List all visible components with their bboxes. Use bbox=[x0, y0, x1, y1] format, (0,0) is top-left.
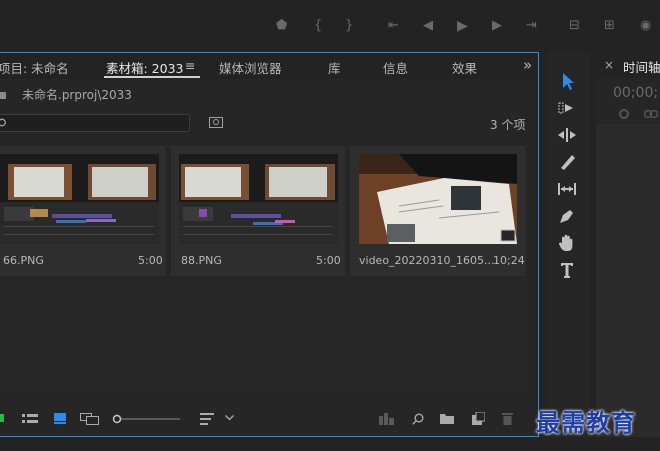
razor-tool-icon[interactable] bbox=[556, 151, 578, 173]
close-icon[interactable]: × bbox=[604, 58, 614, 72]
new-bin-icon[interactable] bbox=[440, 413, 454, 424]
go-to-out-icon[interactable]: ⇥ bbox=[526, 18, 537, 33]
bin-path: 未命名.prproj\2033 bbox=[22, 88, 132, 102]
icon-view-icon[interactable] bbox=[54, 413, 66, 424]
snap-icon[interactable] bbox=[618, 108, 630, 120]
out-point-icon[interactable]: } bbox=[345, 18, 353, 33]
clip-duration: 5:00 bbox=[316, 254, 341, 267]
tools-panel bbox=[548, 52, 590, 437]
clip-duration: 10;24 bbox=[493, 254, 525, 267]
panel-tab-bar: 项目: 未命名 素材箱: 2033 ≡ 媒体浏览器 库 信息 效果 » bbox=[0, 53, 538, 79]
watermark-text: 最需教育 bbox=[536, 408, 636, 437]
marker-icon[interactable]: ⬟ bbox=[276, 18, 287, 33]
lock-icon[interactable] bbox=[0, 414, 4, 422]
type-tool-icon[interactable] bbox=[556, 259, 578, 281]
tab-timeline[interactable]: 时间轴 bbox=[623, 57, 660, 76]
more-tabs-icon[interactable]: » bbox=[523, 56, 532, 74]
project-panel: 项目: 未命名 素材箱: 2033 ≡ 媒体浏览器 库 信息 效果 » 未命名.… bbox=[0, 52, 539, 437]
in-point-icon[interactable]: { bbox=[314, 18, 322, 33]
clip-tile-66[interactable]: 66.PNG 5:00 bbox=[0, 146, 166, 276]
program-monitor-controls: ⬟ { } ⇤ ◀ ▶ ▶ ⇥ ⊟ ⊞ ◉ bbox=[0, 0, 660, 52]
new-item-icon[interactable] bbox=[472, 412, 485, 425]
tab-bin[interactable]: 素材箱: 2033 bbox=[106, 58, 184, 77]
list-view-icon[interactable] bbox=[22, 414, 38, 424]
timeline-track-area[interactable] bbox=[596, 124, 660, 437]
clip-thumbnail bbox=[0, 154, 159, 244]
lift-icon[interactable]: ⊟ bbox=[569, 18, 580, 33]
tab-project[interactable]: 项目: 未命名 bbox=[0, 58, 69, 77]
clip-duration: 5:00 bbox=[138, 254, 163, 267]
chevron-down-icon[interactable] bbox=[225, 415, 234, 421]
search-input[interactable] bbox=[0, 114, 190, 132]
bin-icon-grid: 66.PNG 5:00 88.PNG 5:00 video_20220310_1… bbox=[0, 146, 527, 393]
grid-empty-area bbox=[0, 276, 527, 393]
tab-info[interactable]: 信息 bbox=[383, 58, 408, 77]
trash-icon[interactable] bbox=[502, 412, 513, 425]
export-frame-icon[interactable]: ◉ bbox=[640, 18, 651, 33]
hand-tool-icon[interactable] bbox=[556, 232, 578, 254]
folder-icon bbox=[0, 92, 6, 99]
step-back-icon[interactable]: ◀ bbox=[423, 18, 433, 33]
tab-libraries[interactable]: 库 bbox=[328, 58, 341, 77]
pen-tool-icon[interactable] bbox=[556, 205, 578, 227]
tab-effects[interactable]: 效果 bbox=[452, 58, 477, 77]
linked-selection-icon[interactable] bbox=[644, 108, 658, 120]
slip-tool-icon[interactable] bbox=[556, 178, 578, 200]
new-search-bin-icon[interactable] bbox=[209, 116, 223, 128]
automate-to-sequence-icon[interactable] bbox=[379, 413, 395, 425]
timeline-panel: × 时间轴 00;00; bbox=[596, 52, 660, 437]
clip-name: video_20220310_1605... bbox=[359, 254, 495, 267]
clip-name: 66.PNG bbox=[3, 254, 44, 267]
panel-bottom-toolbar bbox=[0, 403, 538, 433]
item-count: 3 个项 bbox=[490, 118, 526, 132]
clip-tile-video[interactable]: video_20220310_1605... 10;24 bbox=[350, 146, 526, 276]
clip-name: 88.PNG bbox=[181, 254, 222, 267]
clip-tile-88[interactable]: 88.PNG 5:00 bbox=[171, 146, 345, 276]
selection-tool-icon[interactable] bbox=[556, 70, 578, 92]
zoom-slider[interactable] bbox=[112, 414, 182, 424]
clip-thumbnail bbox=[179, 154, 338, 244]
panel-menu-icon[interactable]: ≡ bbox=[185, 58, 195, 73]
play-icon[interactable]: ▶ bbox=[457, 18, 468, 34]
sort-icons-icon[interactable] bbox=[200, 413, 214, 425]
step-forward-icon[interactable]: ▶ bbox=[492, 18, 502, 33]
tab-media-browser[interactable]: 媒体浏览器 bbox=[219, 58, 282, 77]
workspace-bottom-gutter bbox=[0, 437, 660, 451]
timeline-tab-bar: × 时间轴 bbox=[596, 52, 660, 78]
clip-thumbnail bbox=[359, 154, 517, 244]
find-icon[interactable] bbox=[412, 413, 424, 425]
search-icon bbox=[0, 118, 6, 127]
timeline-timecode[interactable]: 00;00; bbox=[613, 85, 658, 101]
freeform-view-icon[interactable] bbox=[80, 413, 100, 425]
go-to-in-icon[interactable]: ⇤ bbox=[388, 18, 399, 33]
active-tab-indicator bbox=[104, 76, 200, 78]
track-select-tool-icon[interactable] bbox=[556, 97, 578, 119]
ripple-edit-tool-icon[interactable] bbox=[556, 124, 578, 146]
extract-icon[interactable]: ⊞ bbox=[604, 18, 615, 33]
